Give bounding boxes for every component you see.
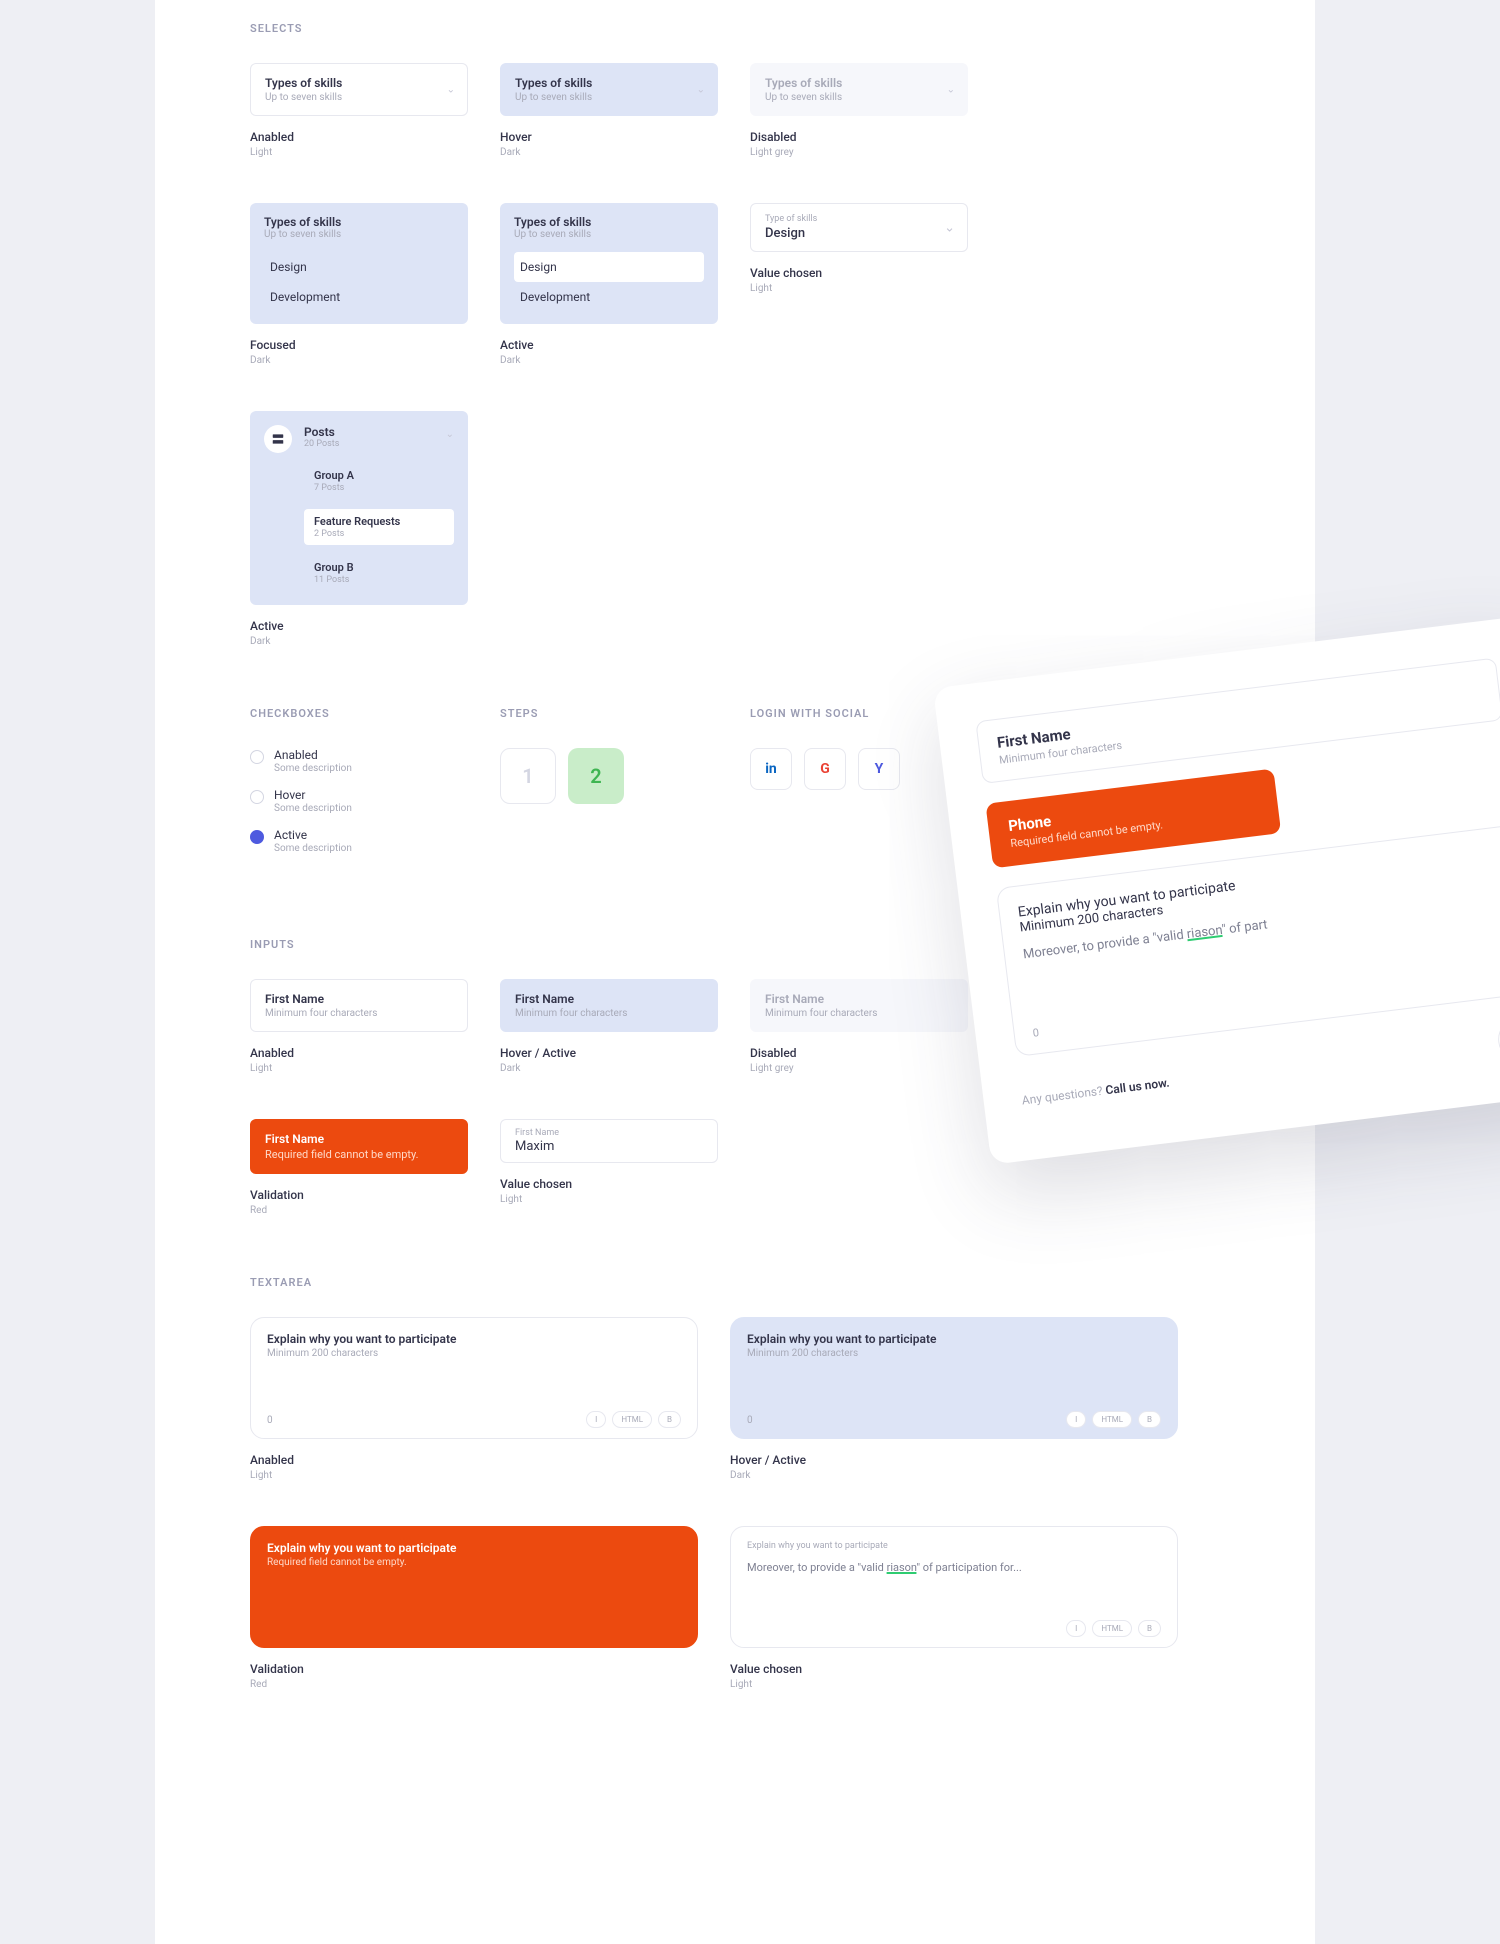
chevron-down-icon: ⌄ [697, 84, 705, 95]
bold-button[interactable]: B [1138, 1411, 1161, 1428]
tone-label: Dark [250, 355, 468, 366]
select-value-chosen[interactable]: Type of skills Design ⌄ [750, 203, 968, 252]
radio-icon [250, 750, 264, 764]
input-disabled: First NameMinimum four characters [750, 979, 968, 1032]
social-other-button[interactable]: Y [858, 748, 900, 790]
select-label: Types of skills [515, 76, 703, 90]
fc-footer-text: Any questions? Call us now. [1021, 1076, 1170, 1108]
posts-title: Posts [304, 425, 339, 439]
checkbox-active[interactable]: ActiveSome description [250, 828, 468, 854]
select-value: Design [765, 226, 953, 241]
input-hover[interactable]: First NameMinimum four characters [500, 979, 718, 1032]
italic-button[interactable]: I [586, 1411, 606, 1428]
textarea-validation[interactable]: Explain why you want to participateRequi… [250, 1526, 698, 1648]
select-active[interactable]: Types of skills Up to seven skills Desig… [500, 203, 718, 324]
chevron-down-icon: ⌄ [944, 220, 955, 235]
chevron-down-icon: ⌄ [446, 429, 454, 440]
social-linkedin-button[interactable]: in [750, 748, 792, 790]
section-heading-textarea: TEXTAREA [250, 1276, 1220, 1289]
italic-button[interactable]: I [1066, 1411, 1086, 1428]
select-label: Types of skills [265, 76, 453, 90]
posts-select[interactable]: Posts 20 Posts ⌄ Group A7 Posts Feature … [250, 411, 468, 605]
bold-button[interactable]: B [1138, 1620, 1161, 1637]
select-hover[interactable]: Types of skills Up to seven skills ⌄ [500, 63, 718, 116]
fc-first-name[interactable]: First NameMinimum four characters [975, 658, 1500, 784]
social-google-button[interactable]: G [804, 748, 846, 790]
input-anabled[interactable]: First NameMinimum four characters [250, 979, 468, 1032]
select-anabled[interactable]: Types of skills Up to seven skills ⌄ [250, 63, 468, 116]
select-disabled: Types of skills Up to seven skills ⌄ [750, 63, 968, 116]
state-label: Value chosen [750, 266, 968, 280]
select-focused[interactable]: Types of skills Up to seven skills Desig… [250, 203, 468, 324]
checkbox-anabled[interactable]: AnabledSome description [250, 748, 468, 774]
state-label: Disabled [750, 130, 968, 144]
textarea-hover[interactable]: Explain why you want to participateMinim… [730, 1317, 1178, 1439]
state-label: Active [500, 338, 718, 352]
section-heading-checkboxes: CHECKBOXES [250, 707, 468, 720]
chevron-down-icon: ⌄ [447, 84, 455, 95]
posts-group-feature[interactable]: Feature Requests2 Posts [304, 509, 454, 545]
select-tiny-label: Type of skills [765, 214, 953, 224]
select-sub: Up to seven skills [515, 92, 703, 103]
server-icon [264, 425, 292, 453]
posts-count: 20 Posts [304, 439, 339, 449]
checkbox-hover[interactable]: HoverSome description [250, 788, 468, 814]
select-label: Types of skills [765, 76, 953, 90]
state-label: Active [250, 619, 468, 633]
state-label: Hover [500, 130, 718, 144]
html-button[interactable]: HTML [612, 1411, 652, 1428]
selects-section: SELECTS Types of skills Up to seven skil… [250, 22, 1220, 647]
select-sub: Up to seven skills [514, 229, 704, 240]
tone-label: Light [750, 283, 968, 294]
select-option-development[interactable]: Development [264, 282, 454, 312]
fc-phone-error[interactable]: PhoneRequired field cannot be empty. [985, 768, 1281, 868]
tone-label: Dark [500, 147, 718, 158]
input-value-chosen[interactable]: First NameMaxim [500, 1119, 718, 1163]
input-validation[interactable]: First NameRequired field cannot be empty… [250, 1119, 468, 1174]
state-label: Anabled [250, 130, 468, 144]
tone-label: Dark [250, 636, 468, 647]
tone-label: Light grey [750, 147, 968, 158]
select-sub: Up to seven skills [765, 92, 953, 103]
select-sub: Up to seven skills [264, 229, 454, 240]
chevron-down-icon: ⌄ [947, 84, 955, 95]
tone-label: Dark [500, 355, 718, 366]
select-label: Types of skills [514, 215, 704, 229]
select-option-design[interactable]: Design [264, 252, 454, 282]
posts-group-b[interactable]: Group B11 Posts [304, 555, 454, 591]
posts-group-a[interactable]: Group A7 Posts [304, 463, 454, 499]
select-sub: Up to seven skills [265, 92, 453, 103]
html-button[interactable]: HTML [1092, 1411, 1132, 1428]
step-1[interactable]: 1 [500, 748, 556, 804]
textarea-body: Moreover, to provide a "valid riason" of… [747, 1561, 1161, 1574]
state-label: Focused [250, 338, 468, 352]
textarea-chosen[interactable]: Explain why you want to participate More… [730, 1526, 1178, 1648]
call-button[interactable] [1496, 1015, 1500, 1064]
select-option-development[interactable]: Development [514, 282, 704, 312]
section-heading-selects: SELECTS [250, 22, 1220, 35]
italic-button[interactable]: I [1066, 1620, 1086, 1637]
bold-button[interactable]: B [658, 1411, 681, 1428]
fc-textarea[interactable]: Explain why you want to participate Mini… [996, 824, 1500, 1057]
section-heading-steps: STEPS [500, 707, 718, 720]
textarea-anabled[interactable]: Explain why you want to participateMinim… [250, 1317, 698, 1439]
step-2[interactable]: 2 [568, 748, 624, 804]
radio-icon [250, 830, 264, 844]
select-label: Types of skills [264, 215, 454, 229]
floating-form-preview: First NameMinimum four characters LastMi… [933, 615, 1500, 1165]
html-button[interactable]: HTML [1092, 1620, 1132, 1637]
select-option-design[interactable]: Design [514, 252, 704, 282]
tone-label: Light [250, 147, 468, 158]
textarea-section: TEXTAREA Explain why you want to partici… [250, 1276, 1220, 1690]
radio-icon [250, 790, 264, 804]
